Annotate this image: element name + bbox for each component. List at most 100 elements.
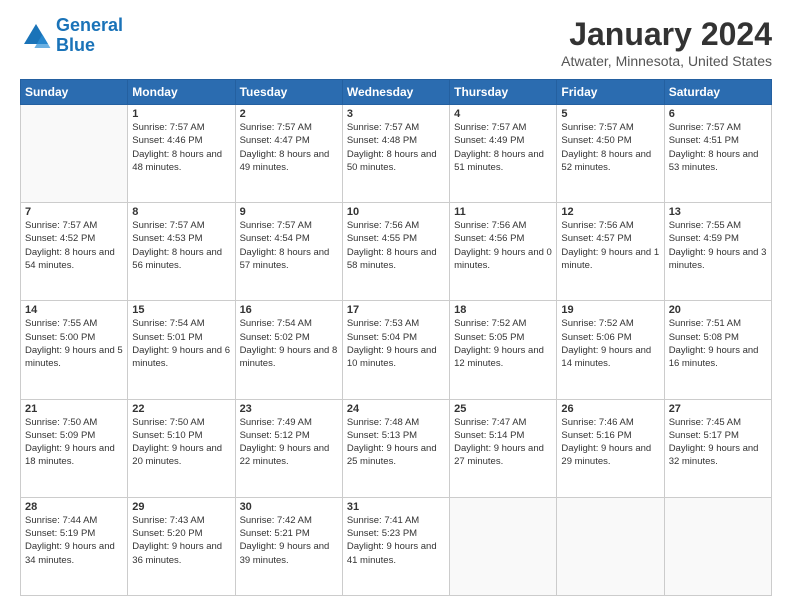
day-cell: 22Sunrise: 7:50 AM Sunset: 5:10 PM Dayli… [128, 399, 235, 497]
day-info: Sunrise: 7:57 AM Sunset: 4:52 PM Dayligh… [25, 219, 123, 272]
day-info: Sunrise: 7:55 AM Sunset: 4:59 PM Dayligh… [669, 219, 767, 272]
day-info: Sunrise: 7:42 AM Sunset: 5:21 PM Dayligh… [240, 514, 338, 567]
day-cell: 8Sunrise: 7:57 AM Sunset: 4:53 PM Daylig… [128, 203, 235, 301]
day-info: Sunrise: 7:57 AM Sunset: 4:53 PM Dayligh… [132, 219, 230, 272]
day-info: Sunrise: 7:54 AM Sunset: 5:02 PM Dayligh… [240, 317, 338, 370]
day-number: 29 [132, 501, 230, 513]
main-title: January 2024 [561, 16, 772, 53]
day-cell: 24Sunrise: 7:48 AM Sunset: 5:13 PM Dayli… [342, 399, 449, 497]
day-number: 22 [132, 403, 230, 415]
day-number: 23 [240, 403, 338, 415]
day-info: Sunrise: 7:56 AM Sunset: 4:56 PM Dayligh… [454, 219, 552, 272]
day-number: 15 [132, 304, 230, 316]
logo-text: General Blue [56, 16, 123, 56]
logo-line2: Blue [56, 35, 95, 55]
day-cell: 19Sunrise: 7:52 AM Sunset: 5:06 PM Dayli… [557, 301, 664, 399]
day-cell: 4Sunrise: 7:57 AM Sunset: 4:49 PM Daylig… [450, 105, 557, 203]
day-cell [450, 497, 557, 595]
col-saturday: Saturday [664, 80, 771, 105]
week-row-4: 28Sunrise: 7:44 AM Sunset: 5:19 PM Dayli… [21, 497, 772, 595]
day-number: 14 [25, 304, 123, 316]
day-info: Sunrise: 7:52 AM Sunset: 5:06 PM Dayligh… [561, 317, 659, 370]
day-cell [557, 497, 664, 595]
day-info: Sunrise: 7:57 AM Sunset: 4:46 PM Dayligh… [132, 121, 230, 174]
week-row-1: 7Sunrise: 7:57 AM Sunset: 4:52 PM Daylig… [21, 203, 772, 301]
day-cell: 27Sunrise: 7:45 AM Sunset: 5:17 PM Dayli… [664, 399, 771, 497]
day-cell: 12Sunrise: 7:56 AM Sunset: 4:57 PM Dayli… [557, 203, 664, 301]
day-number: 24 [347, 403, 445, 415]
day-cell: 17Sunrise: 7:53 AM Sunset: 5:04 PM Dayli… [342, 301, 449, 399]
col-monday: Monday [128, 80, 235, 105]
logo: General Blue [20, 16, 123, 56]
day-cell [21, 105, 128, 203]
day-info: Sunrise: 7:50 AM Sunset: 5:09 PM Dayligh… [25, 416, 123, 469]
day-cell: 5Sunrise: 7:57 AM Sunset: 4:50 PM Daylig… [557, 105, 664, 203]
day-number: 16 [240, 304, 338, 316]
col-sunday: Sunday [21, 80, 128, 105]
day-number: 17 [347, 304, 445, 316]
day-number: 18 [454, 304, 552, 316]
col-wednesday: Wednesday [342, 80, 449, 105]
day-cell: 21Sunrise: 7:50 AM Sunset: 5:09 PM Dayli… [21, 399, 128, 497]
day-info: Sunrise: 7:48 AM Sunset: 5:13 PM Dayligh… [347, 416, 445, 469]
day-info: Sunrise: 7:52 AM Sunset: 5:05 PM Dayligh… [454, 317, 552, 370]
day-number: 2 [240, 108, 338, 120]
calendar-body: 1Sunrise: 7:57 AM Sunset: 4:46 PM Daylig… [21, 105, 772, 596]
day-cell: 10Sunrise: 7:56 AM Sunset: 4:55 PM Dayli… [342, 203, 449, 301]
day-info: Sunrise: 7:44 AM Sunset: 5:19 PM Dayligh… [25, 514, 123, 567]
day-number: 6 [669, 108, 767, 120]
day-info: Sunrise: 7:41 AM Sunset: 5:23 PM Dayligh… [347, 514, 445, 567]
day-info: Sunrise: 7:47 AM Sunset: 5:14 PM Dayligh… [454, 416, 552, 469]
day-number: 26 [561, 403, 659, 415]
day-cell: 13Sunrise: 7:55 AM Sunset: 4:59 PM Dayli… [664, 203, 771, 301]
week-row-0: 1Sunrise: 7:57 AM Sunset: 4:46 PM Daylig… [21, 105, 772, 203]
calendar-header: Sunday Monday Tuesday Wednesday Thursday… [21, 80, 772, 105]
day-info: Sunrise: 7:53 AM Sunset: 5:04 PM Dayligh… [347, 317, 445, 370]
day-info: Sunrise: 7:49 AM Sunset: 5:12 PM Dayligh… [240, 416, 338, 469]
logo-line1: General [56, 15, 123, 35]
title-area: January 2024 Atwater, Minnesota, United … [561, 16, 772, 69]
day-number: 1 [132, 108, 230, 120]
col-friday: Friday [557, 80, 664, 105]
day-info: Sunrise: 7:54 AM Sunset: 5:01 PM Dayligh… [132, 317, 230, 370]
header: General Blue January 2024 Atwater, Minne… [20, 16, 772, 69]
day-info: Sunrise: 7:57 AM Sunset: 4:51 PM Dayligh… [669, 121, 767, 174]
calendar: Sunday Monday Tuesday Wednesday Thursday… [20, 79, 772, 596]
day-number: 13 [669, 206, 767, 218]
subtitle: Atwater, Minnesota, United States [561, 53, 772, 69]
day-cell: 15Sunrise: 7:54 AM Sunset: 5:01 PM Dayli… [128, 301, 235, 399]
week-row-2: 14Sunrise: 7:55 AM Sunset: 5:00 PM Dayli… [21, 301, 772, 399]
day-number: 5 [561, 108, 659, 120]
week-row-3: 21Sunrise: 7:50 AM Sunset: 5:09 PM Dayli… [21, 399, 772, 497]
day-cell: 2Sunrise: 7:57 AM Sunset: 4:47 PM Daylig… [235, 105, 342, 203]
day-number: 3 [347, 108, 445, 120]
day-info: Sunrise: 7:45 AM Sunset: 5:17 PM Dayligh… [669, 416, 767, 469]
logo-icon [20, 20, 52, 52]
day-cell: 7Sunrise: 7:57 AM Sunset: 4:52 PM Daylig… [21, 203, 128, 301]
day-number: 21 [25, 403, 123, 415]
day-cell: 30Sunrise: 7:42 AM Sunset: 5:21 PM Dayli… [235, 497, 342, 595]
day-number: 12 [561, 206, 659, 218]
day-info: Sunrise: 7:57 AM Sunset: 4:49 PM Dayligh… [454, 121, 552, 174]
day-info: Sunrise: 7:57 AM Sunset: 4:54 PM Dayligh… [240, 219, 338, 272]
day-number: 7 [25, 206, 123, 218]
day-number: 27 [669, 403, 767, 415]
day-cell: 1Sunrise: 7:57 AM Sunset: 4:46 PM Daylig… [128, 105, 235, 203]
day-info: Sunrise: 7:56 AM Sunset: 4:57 PM Dayligh… [561, 219, 659, 272]
day-number: 11 [454, 206, 552, 218]
day-cell: 3Sunrise: 7:57 AM Sunset: 4:48 PM Daylig… [342, 105, 449, 203]
day-cell: 14Sunrise: 7:55 AM Sunset: 5:00 PM Dayli… [21, 301, 128, 399]
day-info: Sunrise: 7:55 AM Sunset: 5:00 PM Dayligh… [25, 317, 123, 370]
day-number: 10 [347, 206, 445, 218]
day-number: 9 [240, 206, 338, 218]
day-number: 28 [25, 501, 123, 513]
day-number: 4 [454, 108, 552, 120]
day-cell: 26Sunrise: 7:46 AM Sunset: 5:16 PM Dayli… [557, 399, 664, 497]
day-info: Sunrise: 7:57 AM Sunset: 4:50 PM Dayligh… [561, 121, 659, 174]
day-number: 20 [669, 304, 767, 316]
day-info: Sunrise: 7:50 AM Sunset: 5:10 PM Dayligh… [132, 416, 230, 469]
day-cell: 20Sunrise: 7:51 AM Sunset: 5:08 PM Dayli… [664, 301, 771, 399]
col-tuesday: Tuesday [235, 80, 342, 105]
header-row: Sunday Monday Tuesday Wednesday Thursday… [21, 80, 772, 105]
day-cell: 31Sunrise: 7:41 AM Sunset: 5:23 PM Dayli… [342, 497, 449, 595]
